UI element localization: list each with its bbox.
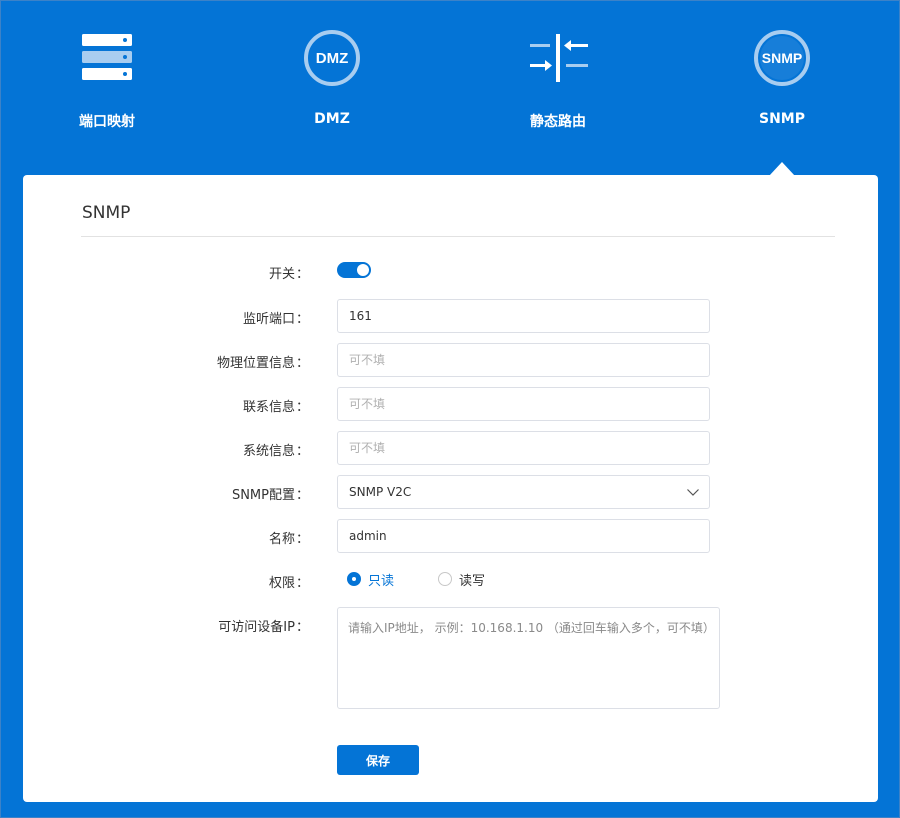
nav-item-port-mapping[interactable]: 端口映射 — [27, 0, 187, 150]
top-nav: 端口映射 DMZ DMZ 静态路由 SNMP SNMP — [0, 0, 900, 176]
static-route-icon — [530, 34, 588, 82]
allowed-ip-label: 可访问设备IP： — [218, 620, 309, 635]
system-info-input[interactable] — [337, 431, 710, 465]
port-input[interactable] — [337, 299, 710, 333]
location-label: 物理位置信息： — [216, 356, 309, 371]
snmp-icon-text: SNMP — [762, 50, 802, 66]
dmz-icon: DMZ — [304, 30, 360, 86]
snmp-settings-card: SNMP 开关： 监听端口： 物理位置信息： 联系信息： 系统信息： SNMP配… — [23, 175, 878, 802]
snmp-config-label: SNMP配置： — [231, 488, 309, 503]
nav-label-dmz: DMZ — [314, 111, 350, 127]
switch-label: 开关： — [268, 267, 309, 282]
radio-read-write-label: 读写 — [459, 573, 486, 589]
dmz-icon-text: DMZ — [316, 50, 349, 67]
permission-label: 权限： — [268, 576, 309, 591]
snmp-toggle[interactable] — [337, 262, 371, 278]
system-info-label: 系统信息： — [242, 444, 309, 459]
nav-item-snmp[interactable]: SNMP SNMP — [702, 0, 862, 150]
active-tab-indicator — [769, 162, 795, 176]
server-icon — [82, 34, 132, 80]
name-label: 名称： — [268, 532, 309, 547]
radio-read-only-label: 只读 — [368, 573, 395, 589]
allowed-ip-textarea[interactable] — [337, 607, 720, 709]
port-label: 监听端口： — [242, 312, 309, 327]
nav-label-static-route: 静态路由 — [530, 114, 586, 130]
save-button[interactable]: 保存 — [337, 745, 419, 775]
nav-label-snmp: SNMP — [759, 111, 805, 127]
radio-read-write[interactable]: 读写 — [438, 571, 486, 589]
name-input[interactable] — [337, 519, 710, 553]
snmp-icon: SNMP — [754, 30, 810, 86]
card-title: SNMP — [82, 203, 131, 223]
radio-read-only-dot — [347, 572, 361, 586]
nav-item-static-route[interactable]: 静态路由 — [478, 0, 638, 150]
contact-label: 联系信息： — [242, 400, 309, 415]
contact-input[interactable] — [337, 387, 710, 421]
radio-read-only[interactable]: 只读 — [347, 571, 395, 589]
radio-read-write-dot — [438, 572, 452, 586]
snmp-config-value: SNMP V2C — [349, 485, 412, 499]
chevron-down-icon — [687, 489, 699, 496]
title-divider — [81, 236, 835, 237]
snmp-config-select[interactable]: SNMP V2C — [337, 475, 710, 509]
toggle-knob — [357, 264, 369, 276]
nav-label-port-mapping: 端口映射 — [79, 114, 135, 130]
location-input[interactable] — [337, 343, 710, 377]
nav-item-dmz[interactable]: DMZ DMZ — [252, 0, 412, 150]
